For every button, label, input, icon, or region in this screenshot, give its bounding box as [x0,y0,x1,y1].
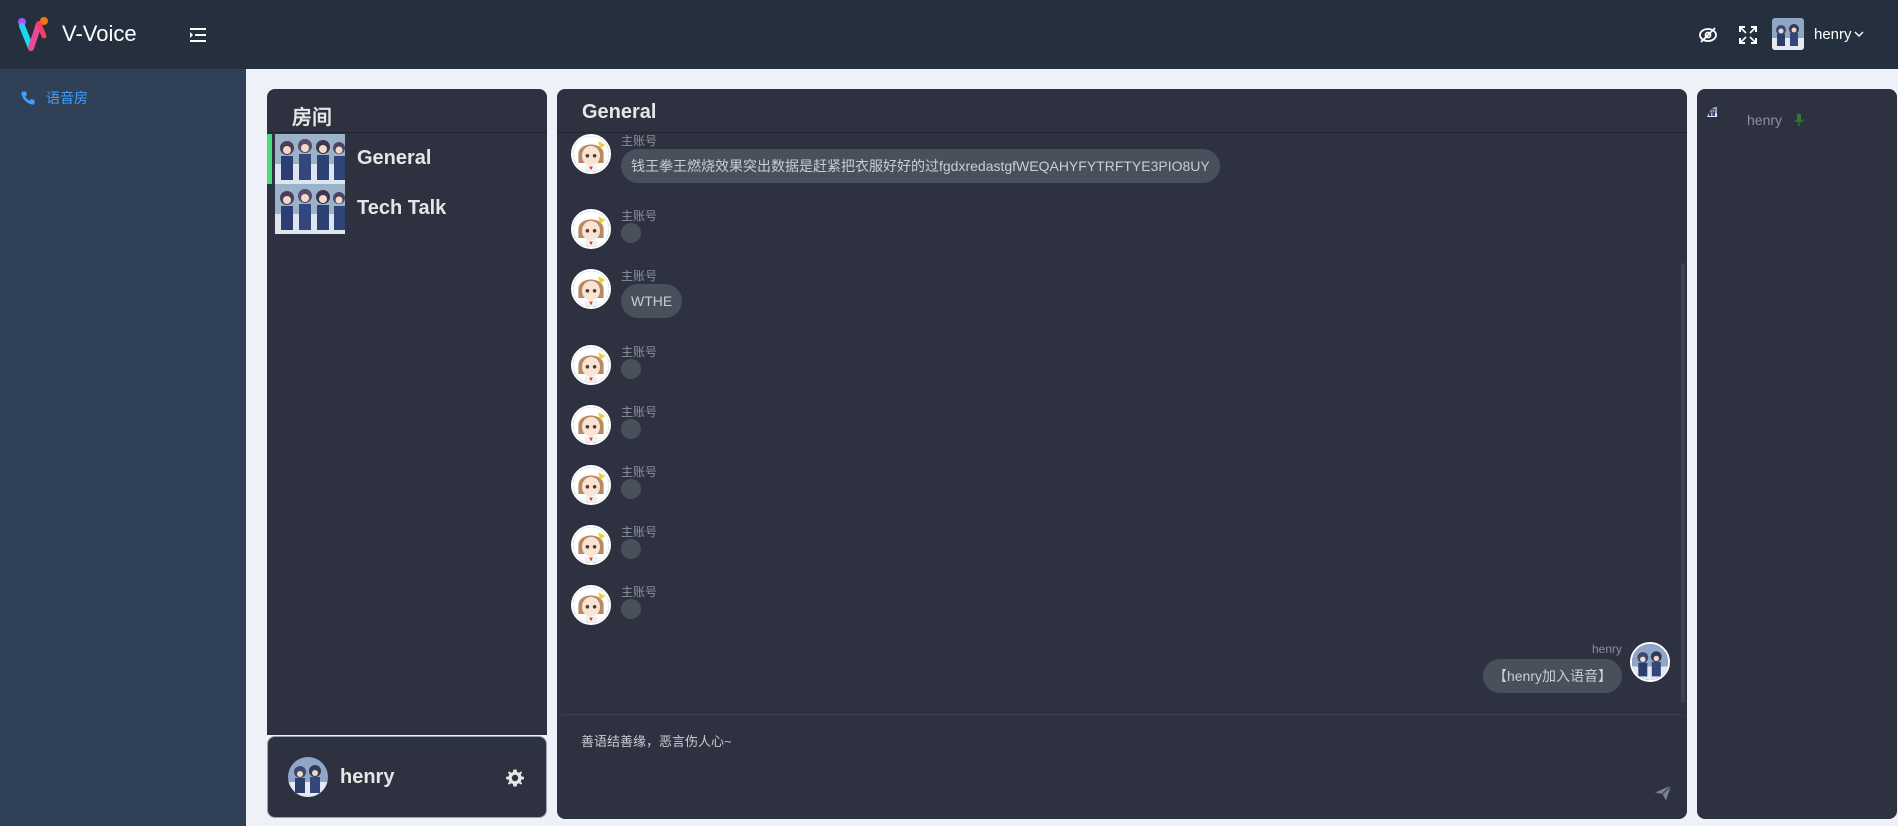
message-sender: henry [1591,642,1622,656]
sender-avatar[interactable] [571,134,611,174]
room-name: General [357,147,432,169]
member-avatar [1707,105,1737,135]
logo-icon [18,17,48,51]
menu-fold-icon[interactable] [188,25,208,45]
room-list-panel: 房间 General Tech Talk [267,89,547,735]
message-bubble [621,539,641,559]
header-user-name[interactable]: henry [1814,26,1852,43]
sender-avatar[interactable] [571,405,611,445]
app-title: V-Voice [62,21,137,46]
message-sender: 主账号 [621,134,658,148]
chat-panel: General 主账号 钱王拳王燃烧效果突出数据是赶紧把衣服好好的过fgdxre… [557,89,1687,819]
sidebar-item-label: 语音房 [46,90,88,106]
sender-avatar[interactable] [571,345,611,385]
message-sender: 主账号 [621,209,658,223]
room-item-general[interactable]: General [267,134,547,184]
chevron-down-icon[interactable] [1853,28,1865,40]
sender-avatar[interactable] [571,209,611,249]
sender-avatar[interactable] [571,465,611,505]
sender-avatar[interactable] [571,585,611,625]
sidebar-item-voice-room[interactable]: 语音房 [20,88,88,108]
message-bubble [621,359,641,379]
room-name: Tech Talk [357,197,447,219]
message-bubble [621,419,641,439]
room-item-tech-talk[interactable]: Tech Talk [267,184,547,234]
message-sender: 主账号 [621,405,658,419]
message-scrollbar[interactable] [1681,263,1685,703]
send-icon[interactable] [1654,784,1672,802]
sender-avatar[interactable] [571,269,611,309]
sender-avatar[interactable] [571,525,611,565]
current-user-card: henry [267,736,547,818]
divider [267,132,547,133]
message-sender: 主账号 [621,465,658,479]
current-user-name: henry [340,766,395,788]
header-avatar[interactable] [1772,18,1804,50]
message-sender: 主账号 [621,345,658,359]
member-list-panel: henry [1697,89,1897,819]
message-bubble [621,479,641,499]
fullscreen-icon[interactable] [1737,24,1759,46]
message-input[interactable] [581,731,1641,791]
message-composer [557,714,1687,819]
gear-icon[interactable] [505,768,525,788]
member-item[interactable]: henry [1707,105,1804,135]
message-bubble [621,599,641,619]
message-bubble [621,223,641,243]
message-bubble: WTHE [621,284,683,318]
phone-icon [21,91,35,105]
message-bubble: 钱王拳王燃烧效果突出数据是赶紧把衣服好好的过fgdxredastgfWEQAHY… [621,149,1220,183]
chat-title: General [582,101,657,123]
message-sender: 主账号 [621,269,658,283]
sender-avatar[interactable] [1630,642,1670,682]
member-name: henry [1747,112,1783,128]
message-list[interactable]: 主账号 钱王拳王燃烧效果突出数据是赶紧把衣服好好的过fgdxredastgfWE… [557,133,1687,710]
message-bubble: 【henry加入语音】 [1482,659,1622,693]
active-room-indicator [267,134,272,184]
microphone-icon [1794,113,1804,126]
room-thumbnail [275,134,345,184]
eye-off-icon[interactable] [1697,24,1719,46]
room-list-title: 房间 [292,107,332,129]
message-sender: 主账号 [621,585,658,599]
top-bar: V-Voice henry [0,0,1898,69]
user-avatar[interactable] [288,757,328,797]
room-thumbnail [275,184,345,234]
message-sender: 主账号 [621,525,658,539]
sidebar [0,69,246,826]
